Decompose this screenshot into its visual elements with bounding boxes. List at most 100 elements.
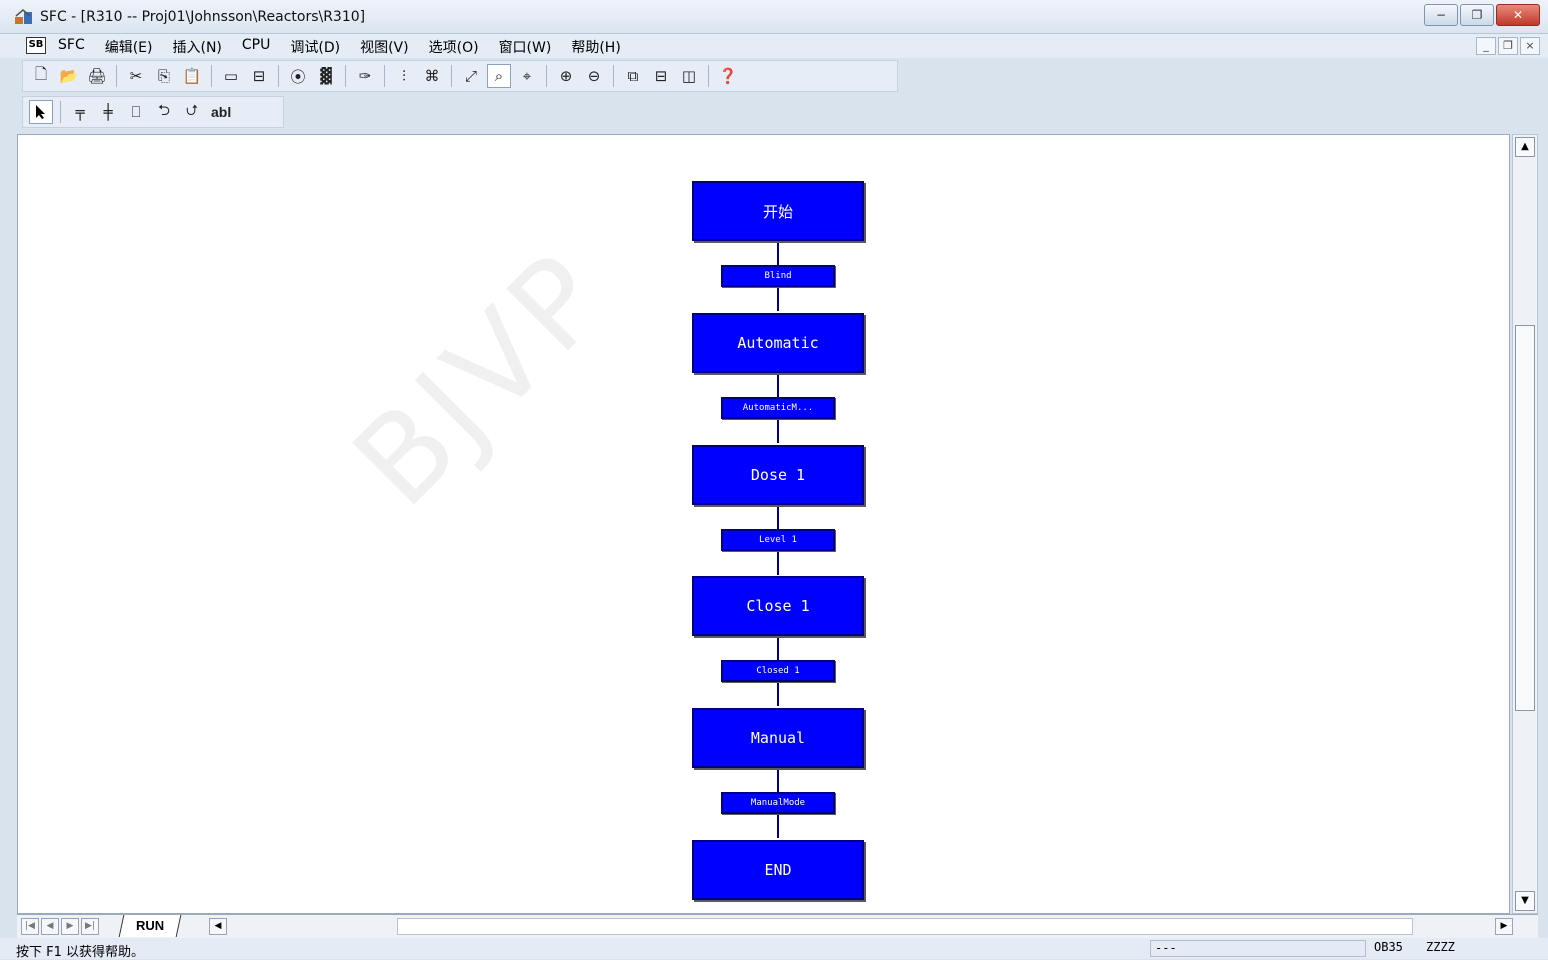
- last-sheet-icon[interactable]: ▶|: [81, 918, 99, 935]
- context-help-icon[interactable]: ❓: [716, 64, 740, 88]
- zoom-select-icon[interactable]: ⌕: [487, 64, 511, 88]
- sfc-canvas[interactable]: BJVP 开始 Automatic Dose 1 Close 1 Manual …: [17, 134, 1510, 914]
- text-tool-button[interactable]: abl: [208, 100, 234, 124]
- step-close-1[interactable]: Close 1: [692, 576, 864, 636]
- tab-run[interactable]: RUN: [118, 915, 182, 937]
- transition-automatic-mode[interactable]: AutomaticM...: [721, 397, 835, 419]
- step-end[interactable]: END: [692, 840, 864, 900]
- window-icon[interactable]: ▭: [219, 64, 243, 88]
- first-sheet-icon[interactable]: |◀: [21, 918, 39, 935]
- menu-help[interactable]: 帮助(H): [571, 37, 620, 57]
- menu-bar: SB SFC 编辑(E) 插入(N) CPU 调试(D) 视图(V) 选项(O)…: [0, 34, 1548, 58]
- scroll-right-icon[interactable]: ▶: [1495, 918, 1513, 935]
- scroll-thumb[interactable]: [1515, 325, 1535, 711]
- prev-sheet-icon[interactable]: ◀: [41, 918, 59, 935]
- toolbar-separator: [211, 65, 212, 87]
- toolbar-separator: [345, 65, 346, 87]
- zoom-in-icon[interactable]: ⊕: [554, 64, 578, 88]
- step-overview-icon[interactable]: ⫶: [392, 64, 416, 88]
- sfc-elements-toolbar: ╤ ╪ ⎕ ⮌ ⮍ abl: [22, 96, 284, 128]
- transition-blind[interactable]: Blind: [721, 265, 835, 287]
- restore-button[interactable]: ❐: [1460, 4, 1494, 26]
- status-bar: 按下 F1 以获得帮助。 --- OB35 ZZZZ: [0, 938, 1548, 960]
- zoom-fit-icon[interactable]: ⤢: [459, 64, 483, 88]
- print-icon[interactable]: 🖨: [85, 64, 109, 88]
- sfc-chain: 开始 Automatic Dose 1 Close 1 Manual END B…: [18, 135, 1509, 913]
- scroll-down-icon[interactable]: ▼: [1515, 891, 1535, 911]
- menu-edit[interactable]: 编辑(E): [105, 37, 153, 57]
- mdi-restore-button[interactable]: ❐: [1498, 37, 1518, 55]
- open-icon[interactable]: 📂: [57, 64, 81, 88]
- diagnostics-icon[interactable]: ▓: [314, 64, 338, 88]
- vertical-scrollbar[interactable]: ▲ ▼: [1512, 134, 1538, 914]
- step-start[interactable]: 开始: [692, 181, 864, 241]
- standard-toolbar: 🗋 📂 🖨 ✂ ⎘ 📋 ▭ ⊟ ⦿ ▓ ✑ ⫶ ⌘ ⤢ ⌕ ⌖ ⊕ ⊖ ⧉ ⊟ …: [22, 60, 898, 92]
- chain-link: [777, 682, 779, 706]
- menu-view[interactable]: 视图(V): [360, 37, 409, 57]
- mdi-close-button[interactable]: ×: [1520, 37, 1540, 55]
- branch-icon[interactable]: ╪: [96, 100, 120, 124]
- alternative-branch-icon[interactable]: ⮌: [152, 100, 176, 124]
- toolbar-separator: [613, 65, 614, 87]
- simultaneous-branch-icon[interactable]: ⎕: [124, 100, 148, 124]
- close-button[interactable]: ✕: [1496, 4, 1540, 26]
- chain-link: [777, 287, 779, 311]
- chain-link: [777, 373, 779, 397]
- chain-link: [777, 768, 779, 792]
- pointer-icon[interactable]: [29, 100, 53, 124]
- status-panel-keys: ZZZZ: [1426, 940, 1455, 954]
- horizontal-scrollbar[interactable]: [397, 918, 1413, 935]
- new-icon[interactable]: 🗋: [29, 64, 53, 88]
- toolbar-separator: [708, 65, 709, 87]
- scroll-left-icon[interactable]: ◀: [209, 918, 227, 935]
- step-manual[interactable]: Manual: [692, 708, 864, 768]
- title-bar: SFC - [R310 -- Proj01\Johnsson\Reactors\…: [0, 0, 1548, 34]
- step-transition-icon[interactable]: ╤: [68, 100, 92, 124]
- panel-icon[interactable]: ⊟: [247, 64, 271, 88]
- transition-closed-1[interactable]: Closed 1: [721, 660, 835, 682]
- zoom-point-icon[interactable]: ⌖: [515, 64, 539, 88]
- menu-window[interactable]: 窗口(W): [499, 37, 552, 57]
- toolbar-separator: [546, 65, 547, 87]
- copy-icon[interactable]: ⎘: [152, 64, 176, 88]
- menu-cpu[interactable]: CPU: [242, 37, 270, 57]
- scroll-up-icon[interactable]: ▲: [1515, 137, 1535, 157]
- chain-link: [777, 636, 779, 660]
- chain-link: [777, 241, 779, 265]
- toolbar-separator: [116, 65, 117, 87]
- chain-link: [777, 419, 779, 443]
- status-panel-mode: ---: [1150, 940, 1366, 957]
- menu-sfc[interactable]: SFC: [58, 37, 85, 57]
- jump-icon[interactable]: ⮍: [180, 100, 204, 124]
- status-help-text: 按下 F1 以获得帮助。: [16, 945, 145, 960]
- chain-link: [777, 551, 779, 575]
- transition-level-1[interactable]: Level 1: [721, 529, 835, 551]
- transition-manual-mode[interactable]: ManualMode: [721, 792, 835, 814]
- toolbar-separator: [384, 65, 385, 87]
- menu-insert[interactable]: 插入(N): [173, 37, 222, 57]
- properties-icon[interactable]: ✑: [353, 64, 377, 88]
- step-automatic[interactable]: Automatic: [692, 313, 864, 373]
- monitor-icon[interactable]: ⦿: [286, 64, 310, 88]
- document-menu-icon[interactable]: SB: [26, 37, 46, 54]
- toolbar-separator: [451, 65, 452, 87]
- menu-options[interactable]: 选项(O): [429, 37, 479, 57]
- menu-debug[interactable]: 调试(D): [290, 37, 340, 57]
- tile-vertical-icon[interactable]: ◫: [677, 64, 701, 88]
- tab-run-label: RUN: [136, 918, 165, 933]
- window-title: SFC - [R310 -- Proj01\Johnsson\Reactors\…: [40, 9, 366, 25]
- tile-horizontal-icon[interactable]: ⊟: [649, 64, 673, 88]
- zoom-out-icon[interactable]: ⊖: [582, 64, 606, 88]
- status-panel-block: OB35: [1374, 940, 1403, 954]
- next-sheet-icon[interactable]: ▶: [61, 918, 79, 935]
- network-icon[interactable]: ⌘: [420, 64, 444, 88]
- cut-icon[interactable]: ✂: [124, 64, 148, 88]
- paste-icon[interactable]: 📋: [180, 64, 204, 88]
- toolbar-separator: [60, 101, 61, 123]
- cascade-icon[interactable]: ⧉: [621, 64, 645, 88]
- step-dose-1[interactable]: Dose 1: [692, 445, 864, 505]
- minimize-button[interactable]: −: [1424, 4, 1458, 26]
- chain-link: [777, 814, 779, 838]
- sheet-tab-bar: |◀ ◀ ▶ ▶| RUN ◀ ▶: [17, 914, 1538, 938]
- mdi-minimize-button[interactable]: _: [1476, 37, 1496, 55]
